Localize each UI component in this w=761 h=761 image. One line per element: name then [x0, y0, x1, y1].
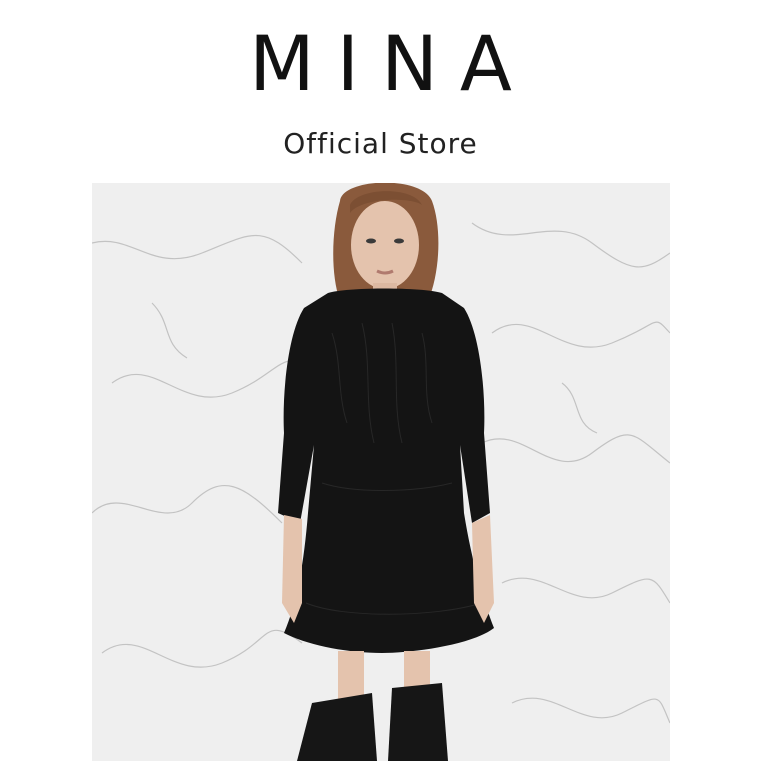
model-in-dress-illustration	[92, 183, 670, 761]
product-image-card: MINA Official Store	[0, 0, 761, 761]
brand-name: MINA	[249, 19, 534, 108]
brand-subtitle: Official Store	[283, 127, 478, 160]
product-photo	[92, 183, 670, 761]
left-arm	[282, 515, 302, 623]
face	[351, 201, 419, 289]
right-boot	[388, 683, 448, 761]
brand-logo: MINA	[0, 26, 761, 102]
